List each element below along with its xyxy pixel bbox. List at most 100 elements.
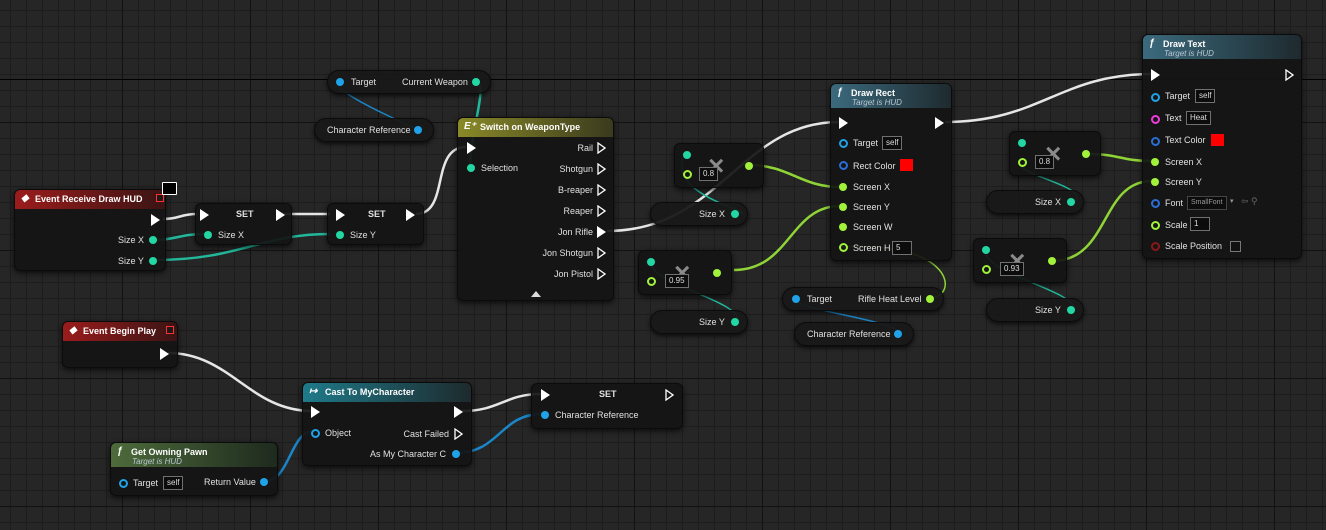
result-out-pin[interactable] [745,162,753,170]
draw-rect-node[interactable]: ƒ Draw Rect Target is HUD Target self Re… [830,83,952,261]
delegate-pin[interactable] [156,194,164,202]
exec-out-pin[interactable] [160,348,169,360]
exec-out-pin[interactable] [1285,69,1294,81]
exec-in-pin[interactable] [1151,69,1160,81]
color-swatch[interactable] [1211,134,1224,146]
screen-x-in-pin[interactable] [839,183,847,191]
screen-h-value[interactable]: 5 [892,241,912,255]
character-reference-get[interactable]: Character Reference [794,322,914,346]
scale-position-checkbox[interactable] [1230,241,1241,252]
exec-out-pin[interactable] [597,247,606,259]
screen-y-in-pin[interactable] [839,203,847,211]
screen-h-in-pin[interactable] [839,243,848,252]
as-my-character-out-pin[interactable] [452,450,460,458]
exec-out-pin[interactable] [276,209,285,221]
b-in-pin[interactable] [1018,158,1027,167]
scale-position-in-pin[interactable] [1151,242,1160,251]
scale-value[interactable]: 1 [1190,217,1210,231]
value-box[interactable]: 0.8 [699,167,719,181]
a-in-pin[interactable] [1018,139,1026,147]
text-value[interactable]: Heat [1186,111,1211,125]
size-y-out-pin[interactable] [1067,306,1075,314]
event-receive-draw-hud-node[interactable]: ◆ Event Receive Draw HUD Size X Size Y [14,189,166,271]
font-in-pin[interactable] [1151,199,1160,208]
get-current-weapon-node[interactable]: Target Current Weapon [327,70,491,94]
return-value-out-pin[interactable] [260,478,268,486]
draw-text-node[interactable]: ƒ Draw Text Target is HUD Target self Te… [1142,34,1302,259]
size-x-in-pin[interactable] [204,231,212,239]
get-owning-pawn-node[interactable]: ƒ Get Owning Pawn Target is HUD Target s… [110,442,278,496]
exec-out-pin[interactable] [597,163,606,175]
size-y-get[interactable]: Size Y [986,298,1084,322]
target-in-pin[interactable] [119,479,128,488]
exec-out-pin[interactable] [151,214,160,226]
screen-w-in-pin[interactable] [839,223,847,231]
exec-out-pin[interactable] [597,268,606,280]
exec-in-pin[interactable] [839,117,848,129]
result-out-pin[interactable] [713,269,721,277]
cast-failed-exec-pin[interactable] [454,428,463,440]
character-reference-get[interactable]: Character Reference [314,118,434,142]
multiply-node[interactable]: × 0.8 [1009,131,1101,176]
b-in-pin[interactable] [683,170,692,179]
rect-color-in-pin[interactable] [839,161,848,170]
result-out-pin[interactable] [1048,257,1056,265]
browse-arrow-icon[interactable]: ⇦ [1241,196,1249,207]
exec-in-pin[interactable] [467,142,476,154]
size-y-in-pin[interactable] [336,231,344,239]
target-in-pin[interactable] [792,295,800,303]
screen-x-in-pin[interactable] [1151,158,1159,166]
exec-out-pin[interactable] [935,117,944,129]
text-in-pin[interactable] [1151,115,1160,124]
screen-y-in-pin[interactable] [1151,178,1159,186]
exec-out-pin[interactable] [597,205,606,217]
target-value[interactable]: self [1195,89,1216,103]
multiply-node[interactable]: × 0.8 [674,143,764,188]
exec-out-pin[interactable] [665,389,674,401]
size-x-get[interactable]: Size X [986,190,1084,214]
value-box[interactable]: 0.93 [1000,262,1024,276]
get-rifle-heat-level-node[interactable]: Target Rifle Heat Level [782,287,944,311]
exec-in-pin[interactable] [541,389,550,401]
event-begin-play-node[interactable]: ◆ Event Begin Play [62,321,178,368]
scale-in-pin[interactable] [1151,221,1160,230]
character-reference-out-pin[interactable] [414,126,422,134]
size-y-get[interactable]: Size Y [650,310,748,334]
exec-out-pin[interactable] [597,142,606,154]
b-in-pin[interactable] [647,277,656,286]
exec-out-pin[interactable] [454,406,463,418]
size-y-out-pin[interactable] [149,257,157,265]
current-weapon-out-pin[interactable] [472,78,480,86]
target-value[interactable]: self [882,136,903,150]
target-in-pin[interactable] [1151,93,1160,102]
target-value[interactable]: self [163,476,184,490]
size-x-out-pin[interactable] [731,210,739,218]
font-dropdown[interactable]: SmallFont [1187,196,1227,210]
expand-arrow-icon[interactable] [531,291,541,297]
target-in-pin[interactable] [336,78,344,86]
a-in-pin[interactable] [683,151,691,159]
character-reference-out-pin[interactable] [894,330,902,338]
a-in-pin[interactable] [647,258,655,266]
exec-in-pin[interactable] [200,209,209,221]
exec-in-pin[interactable] [311,406,320,418]
b-in-pin[interactable] [982,265,991,274]
result-out-pin[interactable] [1082,150,1090,158]
switch-on-weapontype-node[interactable]: E⁺ Switch on WeaponType Selection Rail S… [457,117,614,301]
value-box[interactable]: 0.8 [1035,155,1055,169]
value-box[interactable]: 0.95 [665,274,689,288]
character-reference-in-pin[interactable] [541,411,549,419]
delegate-pin[interactable] [166,326,174,334]
set-size-x-node[interactable]: SET Size X [195,203,292,245]
rifle-heat-level-out-pin[interactable] [926,295,934,303]
selection-in-pin[interactable] [467,164,475,172]
a-in-pin[interactable] [982,246,990,254]
color-swatch[interactable] [900,159,913,171]
size-x-out-pin[interactable] [1067,198,1075,206]
size-x-out-pin[interactable] [149,236,157,244]
exec-out-pin[interactable] [597,184,606,196]
set-character-reference-node[interactable]: SET Character Reference [531,383,683,429]
exec-out-pin[interactable] [406,209,415,221]
cast-to-mycharacter-node[interactable]: ↦ Cast To MyCharacter Object Cast Failed… [302,382,472,466]
object-in-pin[interactable] [311,429,320,438]
